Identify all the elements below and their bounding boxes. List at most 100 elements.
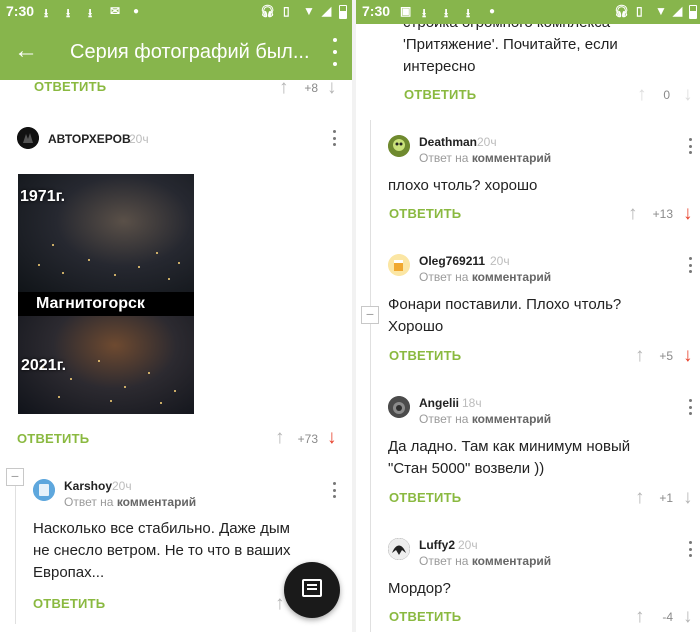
image-label-1971: 1971г.	[20, 188, 66, 205]
more-vert-icon[interactable]	[329, 482, 339, 498]
arrow-down-icon[interactable]: ↓	[327, 78, 337, 97]
more-vert-icon[interactable]	[328, 38, 342, 66]
author-name[interactable]: Deathman	[419, 135, 477, 149]
add-comment-button[interactable]	[284, 562, 340, 618]
more-notifications-icon: ●	[489, 6, 496, 17]
vote-count: +5	[659, 349, 673, 363]
comment-line: Да ладно. Там как минимум новый	[388, 438, 631, 455]
reply-to: Ответ на комментарий	[419, 412, 551, 426]
reply-to: Ответ на комментарий	[419, 270, 551, 284]
comment-line: 'Притяжение'. Почитайте, если	[403, 36, 618, 53]
image-label-2021: 2021г.	[21, 357, 67, 374]
arrow-down-icon[interactable]: ↓	[683, 346, 693, 365]
comment-line: интересно	[403, 58, 476, 75]
author-name[interactable]: Karshoy	[64, 479, 112, 493]
more-vert-icon[interactable]	[685, 257, 695, 273]
download-icon: ⭳	[466, 6, 471, 20]
comment-time: 20ч	[477, 135, 497, 149]
more-notifications-icon: ●	[133, 6, 140, 17]
comment-text: Фонари поставили. Плохо чтоль? Хорошо	[388, 294, 688, 338]
avatar[interactable]	[388, 135, 410, 157]
reply-button[interactable]: ОТВЕТИТЬ	[404, 87, 476, 102]
download-icon: ⭳	[422, 6, 427, 20]
reply-to-prefix: Ответ на	[419, 412, 469, 426]
comment-line: Мордор?	[388, 580, 451, 597]
comment-text: Да ладно. Там как минимум новый "Стан 50…	[388, 436, 688, 480]
post-time: 20ч	[129, 132, 149, 146]
avatar-image	[33, 479, 55, 501]
comment-time: 20ч	[458, 538, 478, 552]
reply-to-link[interactable]: комментарий	[472, 270, 551, 284]
avatar-image	[388, 135, 410, 157]
reply-button[interactable]: ОТВЕТИТЬ	[389, 206, 461, 221]
arrow-down-icon[interactable]: ↓	[683, 204, 693, 223]
headphones-icon: 🎧︎	[614, 4, 630, 18]
reply-to: Ответ на комментарий	[419, 554, 551, 568]
avatar-image	[388, 396, 410, 418]
reply-to: Ответ на комментарий	[419, 151, 551, 165]
arrow-down-icon[interactable]: ↓	[683, 607, 693, 626]
vote-count: -4	[662, 610, 673, 624]
vote-count: +13	[652, 207, 673, 221]
comment-time: 20ч	[112, 479, 132, 493]
author-name[interactable]: АВТОРХЕРОВ	[48, 132, 131, 146]
reply-to-link[interactable]: комментарий	[472, 554, 551, 568]
arrow-up-icon[interactable]: ↑	[275, 428, 285, 447]
arrow-down-icon[interactable]: ↓	[683, 488, 693, 507]
vote-count: +73	[297, 432, 318, 446]
thread-line	[370, 120, 371, 632]
author-name[interactable]: Angelii	[419, 396, 459, 410]
battery-icon	[339, 5, 347, 19]
more-vert-icon[interactable]	[685, 138, 695, 154]
comment-line: плохо чтоль? хорошо	[388, 177, 538, 194]
more-vert-icon[interactable]	[685, 541, 695, 557]
comment-line: Фонари поставили. Плохо чтоль?	[388, 296, 622, 313]
reply-to-prefix: Ответ на	[419, 554, 469, 568]
avatar[interactable]	[388, 396, 410, 418]
reply-to-prefix: Ответ на	[64, 495, 114, 509]
reply-button[interactable]: ОТВЕТИТЬ	[33, 596, 105, 611]
page-title: Серия фотографий был...	[70, 41, 310, 63]
image-icon: ▣	[400, 4, 412, 18]
post-image[interactable]: 1971г. Магнитогорск 2021г.	[18, 174, 194, 414]
reply-button[interactable]: ОТВЕТИТЬ	[389, 609, 461, 624]
avatar-image	[388, 254, 410, 276]
arrow-back-icon[interactable]: ←	[14, 37, 38, 65]
avatar[interactable]	[388, 254, 410, 276]
reply-to-link[interactable]: комментарий	[117, 495, 196, 509]
reply-button[interactable]: ОТВЕТИТЬ	[389, 490, 461, 505]
arrow-up-icon[interactable]: ↑	[275, 594, 285, 613]
avatar[interactable]	[17, 127, 39, 149]
vote-count: 0	[663, 88, 670, 102]
image-label-city: Магнитогорск	[36, 295, 145, 312]
avatar[interactable]	[33, 479, 55, 501]
right-screen: стройка огромного комплекса 'Притяжение'…	[356, 0, 700, 632]
comment-text: плохо чтоль? хорошо	[388, 175, 688, 197]
status-bar: 7:30 ⭳ ⭳ ⭳ ✉ ● 🎧︎ ▯ ▼ ◢	[0, 0, 352, 24]
avatar[interactable]	[388, 538, 410, 560]
comment-line: не снесло ветром. Не то что в ваших	[33, 542, 291, 559]
arrow-down-icon[interactable]: ↓	[327, 428, 337, 447]
reply-button[interactable]: ОТВЕТИТЬ	[389, 348, 461, 363]
vote-count: +8	[304, 81, 318, 95]
left-screen: 7:30 ⭳ ⭳ ⭳ ✉ ● 🎧︎ ▯ ▼ ◢ ← Серия фотограф…	[0, 0, 352, 632]
author-name[interactable]: Luffy2	[419, 538, 455, 552]
avatar-image	[388, 538, 410, 560]
signal-icon: ◢	[673, 4, 683, 18]
comment-icon	[302, 579, 322, 597]
reply-to-link[interactable]: комментарий	[472, 412, 551, 426]
more-vert-icon[interactable]	[685, 399, 695, 415]
status-time: 7:30	[6, 3, 35, 19]
reply-to-prefix: Ответ на	[419, 151, 469, 165]
minus-icon[interactable]: −	[6, 468, 24, 486]
vibrate-icon: ▯	[283, 4, 290, 18]
reply-to-link[interactable]: комментарий	[472, 151, 551, 165]
comment-line: Хорошо	[388, 318, 444, 335]
minus-icon[interactable]: −	[361, 306, 379, 324]
reply-button[interactable]: ОТВЕТИТЬ	[17, 431, 89, 446]
author-name[interactable]: Oleg769211	[419, 254, 485, 268]
more-vert-icon[interactable]	[329, 130, 339, 146]
arrow-up-icon[interactable]: ↑	[628, 204, 638, 223]
reply-button[interactable]: ОТВЕТИТЬ	[34, 79, 106, 94]
arrow-down-icon[interactable]: ↓	[683, 85, 693, 104]
